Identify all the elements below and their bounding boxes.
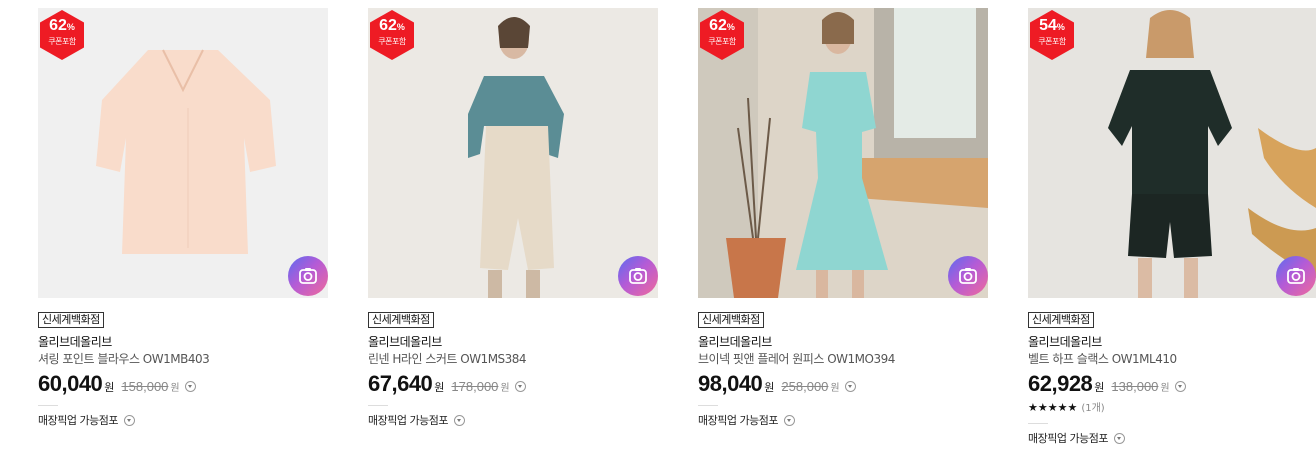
divider bbox=[368, 405, 388, 406]
store-tag: 신세계백화점 bbox=[38, 312, 104, 328]
brand-name[interactable]: 올리브데올리브 bbox=[698, 334, 988, 351]
product-photo bbox=[698, 8, 988, 298]
chevron-circle-icon[interactable] bbox=[453, 414, 465, 426]
original-price: 138,000 bbox=[1111, 379, 1159, 394]
original-price: 158,000 bbox=[121, 379, 169, 394]
brand-name[interactable]: 올리브데올리브 bbox=[368, 334, 658, 351]
currency: 원 bbox=[434, 381, 445, 394]
product-card[interactable]: 62% 쿠폰포함 신세계백화점 올리브데올리브 린넨 H라인 스커트 OW1MS… bbox=[368, 8, 658, 428]
store-tag: 신세계백화점 bbox=[368, 312, 434, 328]
product-card[interactable]: 62% 쿠폰포함 신세계백화점 올리브데올리브 셔링 포인트 블라우스 OW1M… bbox=[38, 8, 328, 428]
price-info-icon[interactable] bbox=[514, 381, 526, 392]
rating[interactable]: ★★★★★ (1개) bbox=[1028, 400, 1316, 417]
pickup-info[interactable]: 매장픽업 가능점포 bbox=[698, 412, 988, 428]
price-row: 62,928 원 138,000 원 bbox=[1028, 371, 1316, 399]
store-tag: 신세계백화점 bbox=[698, 312, 764, 328]
price-row: 98,040 원 258,000 원 bbox=[698, 371, 988, 399]
product-image[interactable]: 62% 쿠폰포함 bbox=[38, 8, 328, 298]
sale-price: 67,640 bbox=[368, 371, 433, 396]
product-image[interactable]: 54% 쿠폰포함 bbox=[1028, 8, 1316, 298]
product-image[interactable]: 62% 쿠폰포함 bbox=[368, 8, 658, 298]
camera-search-icon[interactable] bbox=[1276, 256, 1316, 296]
chevron-circle-icon[interactable] bbox=[123, 414, 135, 426]
original-price: 258,000 bbox=[781, 379, 829, 394]
pickup-info[interactable]: 매장픽업 가능점포 bbox=[1028, 430, 1316, 446]
currency: 원 bbox=[104, 381, 115, 394]
brand-name[interactable]: 올리브데올리브 bbox=[1028, 334, 1316, 351]
store-tag: 신세계백화점 bbox=[1028, 312, 1094, 328]
currency: 원 bbox=[764, 381, 775, 394]
product-photo bbox=[368, 8, 658, 298]
product-name[interactable]: 벨트 하프 슬랙스 OW1ML410 bbox=[1028, 351, 1316, 368]
divider bbox=[1028, 423, 1048, 424]
product-image[interactable]: 62% 쿠폰포함 bbox=[698, 8, 988, 298]
product-photo bbox=[38, 8, 328, 298]
currency: 원 bbox=[1094, 381, 1105, 394]
original-currency: 원 bbox=[830, 383, 840, 394]
sale-price: 60,040 bbox=[38, 371, 103, 396]
divider bbox=[698, 405, 718, 406]
review-count: (1개) bbox=[1081, 403, 1105, 414]
original-currency: 원 bbox=[1160, 383, 1170, 394]
price-row: 67,640 원 178,000 원 bbox=[368, 371, 658, 399]
price-info-icon[interactable] bbox=[1174, 381, 1186, 392]
price-info-icon[interactable] bbox=[844, 381, 856, 392]
sale-price: 62,928 bbox=[1028, 371, 1093, 396]
pickup-info[interactable]: 매장픽업 가능점포 bbox=[38, 412, 328, 428]
product-card[interactable]: 54% 쿠폰포함 신세계백화점 올리브데올리브 벨트 하프 슬랙스 OW1ML4… bbox=[1028, 8, 1316, 446]
chevron-circle-icon[interactable] bbox=[1113, 432, 1125, 444]
product-grid: 62% 쿠폰포함 신세계백화점 올리브데올리브 셔링 포인트 블라우스 OW1M… bbox=[38, 8, 1316, 464]
price-row: 60,040 원 158,000 원 bbox=[38, 371, 328, 399]
divider bbox=[38, 405, 58, 406]
rating-stars: ★★★★★ bbox=[1028, 401, 1078, 414]
product-photo bbox=[1028, 8, 1316, 298]
original-currency: 원 bbox=[170, 383, 180, 394]
price-info-icon[interactable] bbox=[184, 381, 196, 392]
product-name[interactable]: 셔링 포인트 블라우스 OW1MB403 bbox=[38, 351, 328, 368]
brand-name[interactable]: 올리브데올리브 bbox=[38, 334, 328, 351]
camera-search-icon[interactable] bbox=[288, 256, 328, 296]
product-name[interactable]: 브이넥 핏앤 플레어 원피스 OW1MO394 bbox=[698, 351, 988, 368]
camera-search-icon[interactable] bbox=[948, 256, 988, 296]
original-currency: 원 bbox=[500, 383, 510, 394]
pickup-info[interactable]: 매장픽업 가능점포 bbox=[368, 412, 658, 428]
chevron-circle-icon[interactable] bbox=[783, 414, 795, 426]
product-card[interactable]: 62% 쿠폰포함 신세계백화점 올리브데올리브 브이넥 핏앤 플레어 원피스 O… bbox=[698, 8, 988, 428]
sale-price: 98,040 bbox=[698, 371, 763, 396]
product-name[interactable]: 린넨 H라인 스커트 OW1MS384 bbox=[368, 351, 658, 368]
camera-search-icon[interactable] bbox=[618, 256, 658, 296]
original-price: 178,000 bbox=[451, 379, 499, 394]
